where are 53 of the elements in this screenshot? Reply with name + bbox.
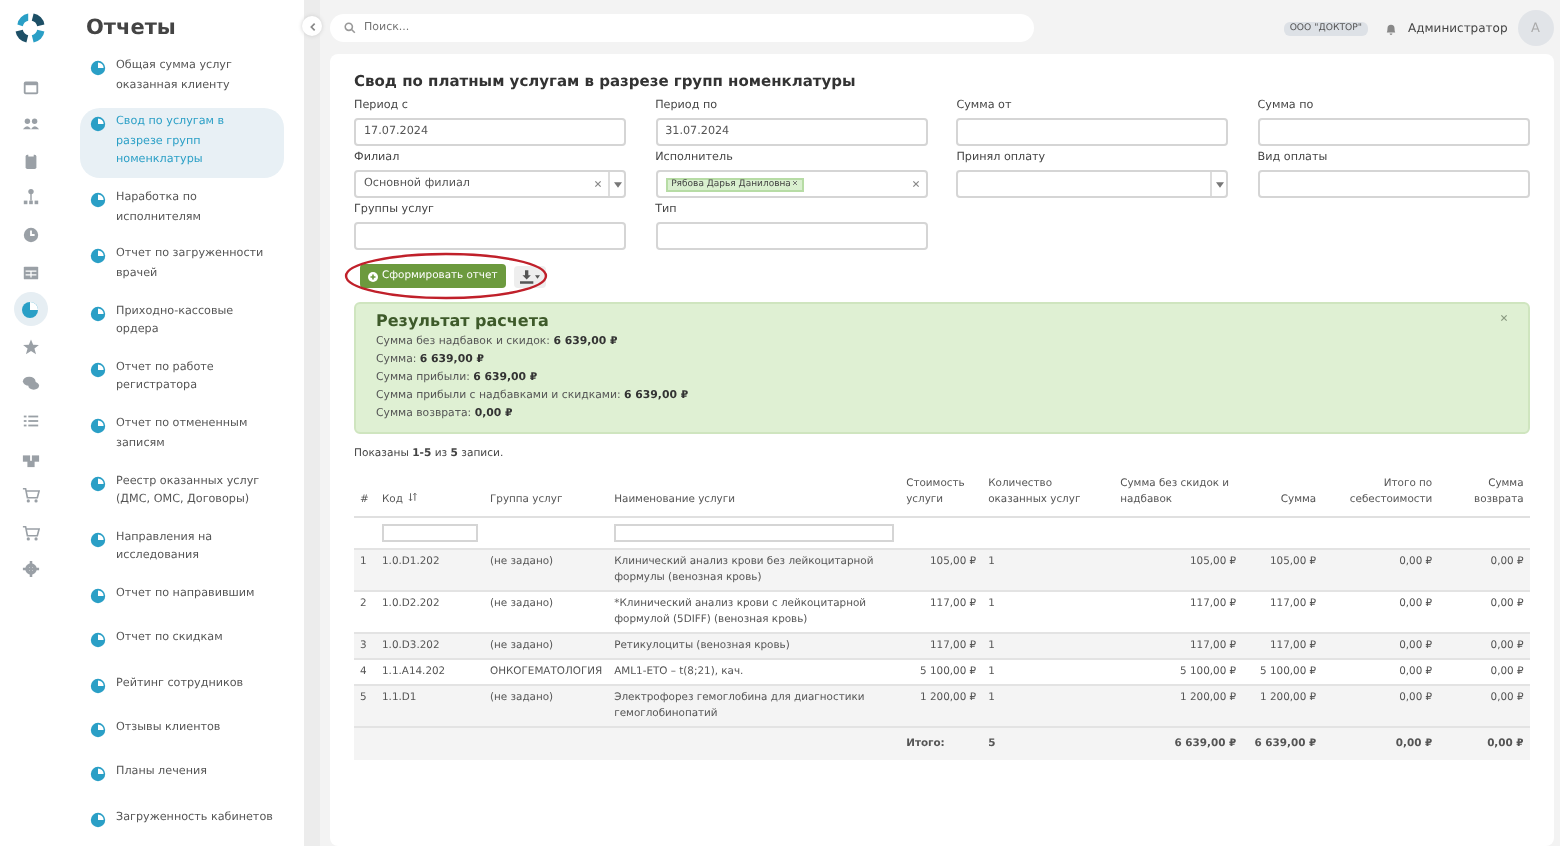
close-icon[interactable] bbox=[1499, 314, 1508, 322]
clear-icon[interactable] bbox=[594, 180, 602, 188]
download-button[interactable] bbox=[513, 265, 546, 287]
report-icon bbox=[90, 361, 106, 378]
hierarchy-icon[interactable] bbox=[21, 188, 39, 207]
report-icon bbox=[90, 811, 106, 828]
report-icon bbox=[90, 248, 106, 265]
report-icon bbox=[90, 531, 106, 548]
search-icon bbox=[344, 22, 356, 34]
report-icon bbox=[90, 475, 106, 492]
input-field[interactable] bbox=[1257, 170, 1530, 198]
remove-icon[interactable] bbox=[792, 180, 799, 186]
chevron-left-icon[interactable] bbox=[307, 21, 317, 31]
cart-icon[interactable] bbox=[21, 523, 39, 542]
boxes-icon[interactable] bbox=[21, 449, 39, 468]
sidebar-title: Отчеты bbox=[86, 16, 178, 40]
result-title: Результат расчета bbox=[376, 312, 549, 330]
calendar-icon[interactable] bbox=[21, 77, 39, 96]
clipboard-icon[interactable] bbox=[21, 151, 39, 170]
report-icon bbox=[90, 722, 106, 739]
people-icon[interactable] bbox=[21, 114, 39, 133]
bell-icon[interactable] bbox=[1384, 21, 1399, 35]
report-icon bbox=[90, 305, 106, 322]
list-icon[interactable] bbox=[21, 411, 39, 430]
report-icon bbox=[90, 588, 106, 605]
pie-icon[interactable] bbox=[13, 292, 47, 327]
download-icon[interactable] bbox=[519, 269, 540, 283]
report-icon bbox=[90, 632, 106, 649]
input-field[interactable] bbox=[655, 222, 928, 250]
report-icon bbox=[90, 677, 106, 694]
star-icon[interactable] bbox=[21, 337, 39, 356]
cart-icon[interactable] bbox=[21, 486, 39, 505]
input-field[interactable] bbox=[1257, 118, 1530, 146]
table-icon[interactable] bbox=[21, 263, 39, 282]
chat-icon[interactable] bbox=[21, 374, 39, 393]
select-field[interactable] bbox=[956, 170, 1229, 198]
dropdown-arrow-icon[interactable] bbox=[613, 181, 621, 187]
logo-icon bbox=[12, 10, 48, 46]
report-icon bbox=[90, 60, 106, 76]
report-icon bbox=[90, 766, 106, 783]
input-field[interactable] bbox=[956, 118, 1229, 146]
report-icon bbox=[90, 116, 106, 133]
clear-icon[interactable] bbox=[911, 180, 920, 188]
input-field[interactable] bbox=[354, 222, 626, 250]
sort-icon[interactable] bbox=[408, 492, 419, 502]
column-filter-field[interactable] bbox=[614, 524, 895, 542]
clock-icon[interactable] bbox=[21, 225, 39, 244]
dropdown-arrow-icon[interactable] bbox=[1215, 181, 1224, 187]
report-icon bbox=[90, 418, 106, 435]
collapse-button[interactable] bbox=[302, 16, 322, 36]
plus-icon[interactable] bbox=[368, 271, 378, 281]
report-icon bbox=[90, 192, 106, 209]
column-filter-field[interactable] bbox=[382, 524, 478, 542]
